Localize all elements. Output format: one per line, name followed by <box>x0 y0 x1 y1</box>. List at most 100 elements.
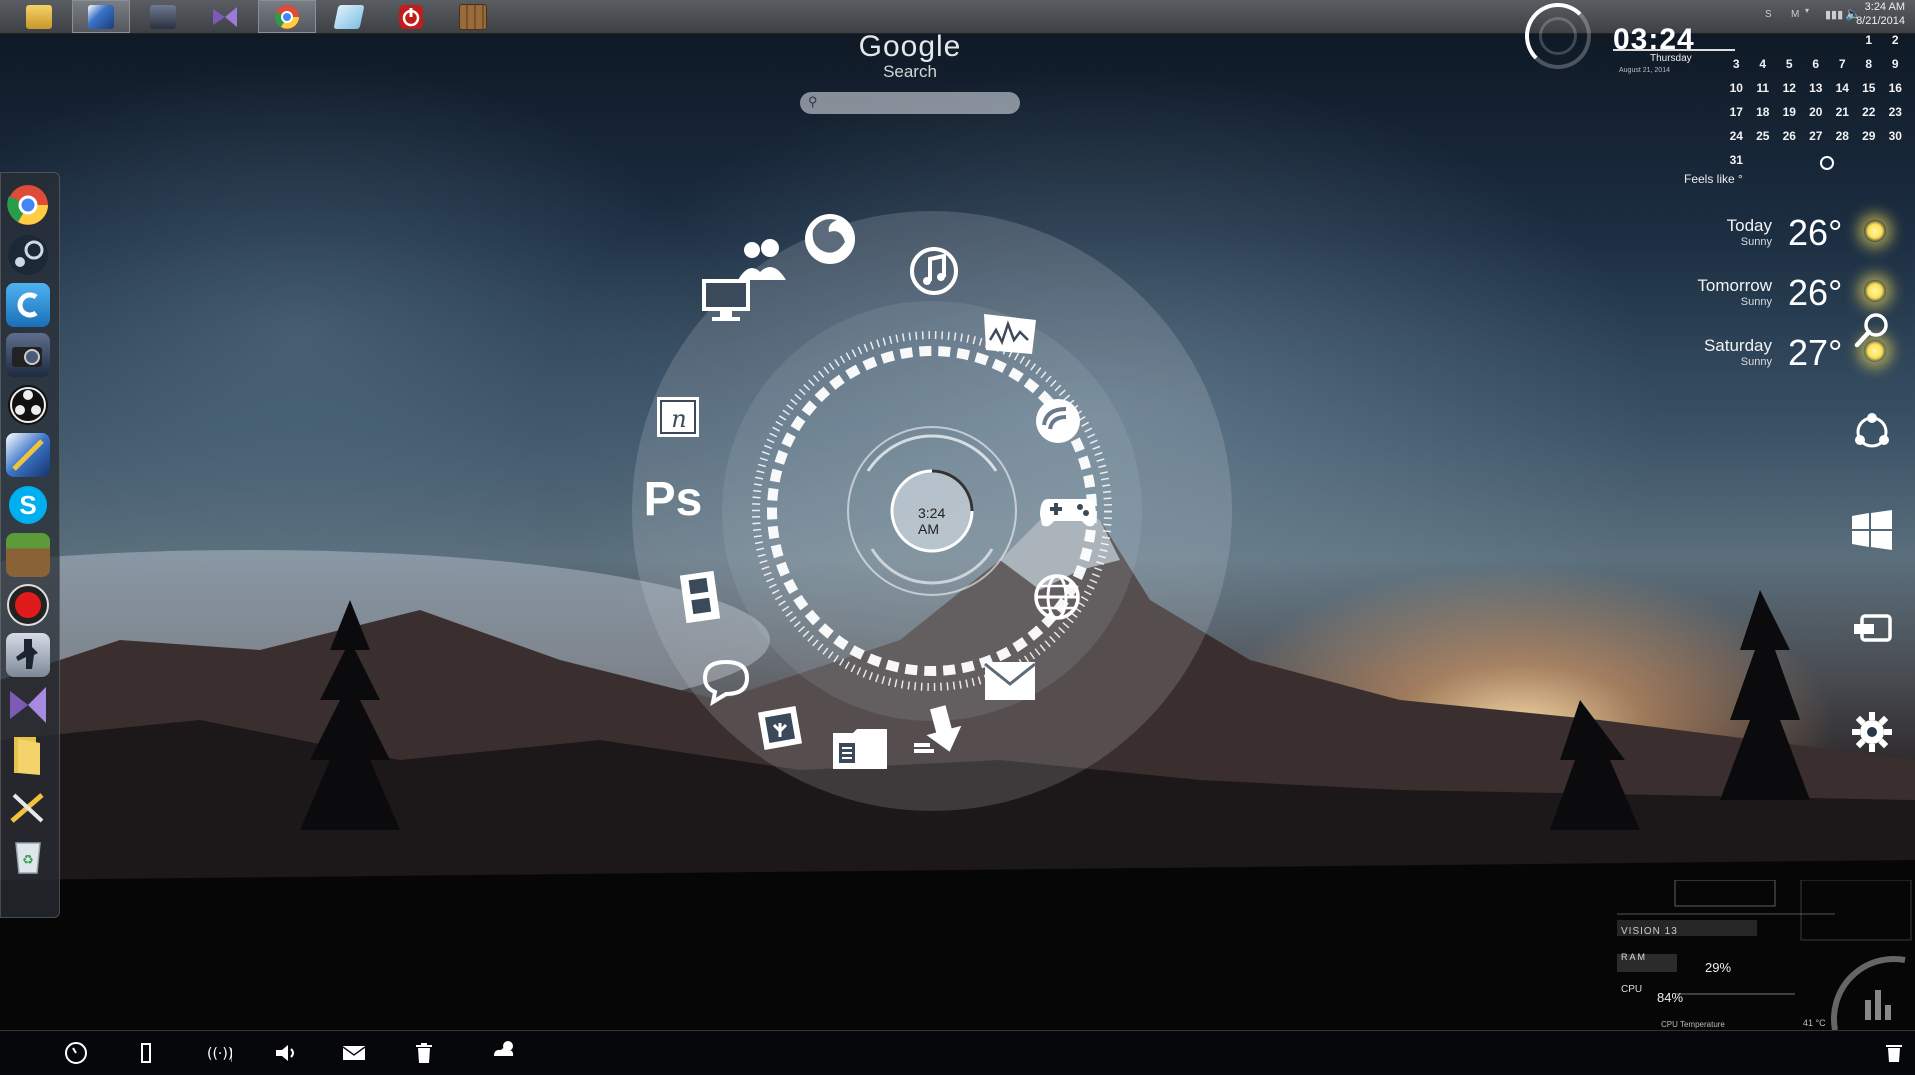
taskbar-chrome[interactable] <box>258 0 316 33</box>
calendar-day[interactable]: 1 <box>1856 33 1883 47</box>
charm-search[interactable] <box>1850 308 1894 352</box>
launcher-film[interactable] <box>670 567 730 627</box>
calendar-day[interactable]: 30 <box>1882 129 1909 143</box>
dock-item-obs[interactable] <box>6 383 50 427</box>
calendar-day[interactable]: 13 <box>1803 81 1830 95</box>
charm-share[interactable] <box>1850 410 1894 454</box>
charm-start[interactable] <box>1850 508 1894 552</box>
taskbar-minecraft-chest[interactable] <box>444 0 502 33</box>
launcher-gamepad[interactable] <box>1038 481 1098 541</box>
taskbar-file-explorer[interactable] <box>10 0 68 33</box>
power-icon <box>399 4 423 29</box>
taskbar-sketch-app[interactable] <box>72 0 130 33</box>
launcher-music[interactable] <box>904 241 964 301</box>
launcher-photo[interactable] <box>750 698 810 758</box>
taskbar-shutdown-app[interactable] <box>382 0 440 33</box>
clock-icon <box>65 1042 87 1064</box>
search-input[interactable]: ⚲ <box>800 92 1020 114</box>
dock-item-video-camera[interactable] <box>6 333 50 377</box>
calendar-day[interactable]: 7 <box>1829 57 1856 71</box>
taskbar-camera-app[interactable] <box>134 0 192 33</box>
calendar-day[interactable]: 18 <box>1750 105 1777 119</box>
folder-icon <box>26 4 52 29</box>
cpu-temp-label: CPU Temperature <box>1661 1020 1725 1029</box>
calendar-day[interactable]: 12 <box>1776 81 1803 95</box>
calendar-day[interactable]: 27 <box>1803 129 1830 143</box>
bottom-wifi[interactable]: ((·)) <box>204 1039 232 1067</box>
calendar-widget: 1 2 3 4 5 6 7 8 9 10 11 12 13 14 15 16 17 18 19 20 21 22 23 24 2… <box>1723 28 1913 172</box>
dock-item-minecraft[interactable] <box>6 533 50 577</box>
notebook-icon: n <box>657 397 699 437</box>
calendar-day[interactable]: 14 <box>1829 81 1856 95</box>
calendar-day[interactable]: 24 <box>1723 129 1750 143</box>
launcher-photoshop[interactable]: Ps <box>638 469 708 529</box>
tools-icon <box>10 793 44 823</box>
taskbar-visual-studio[interactable] <box>196 0 254 33</box>
calendar-day[interactable]: 23 <box>1882 105 1909 119</box>
calendar-day[interactable]: 22 <box>1856 105 1883 119</box>
tray-expand-icon[interactable]: ▾ <box>1805 6 1809 15</box>
calendar-day[interactable]: 28 <box>1829 129 1856 143</box>
calendar-day[interactable]: 9 <box>1882 57 1909 71</box>
tray-clock[interactable]: 3:24 AM 8/21/2014 <box>1856 0 1905 28</box>
taskbar-notes-app[interactable] <box>320 0 378 33</box>
calendar-day[interactable]: 5 <box>1776 57 1803 71</box>
language-indicator[interactable]: S <box>1765 9 1772 20</box>
signal-icon[interactable]: ▮▮▮ <box>1825 8 1843 21</box>
dock-item-skype[interactable]: S <box>6 483 50 527</box>
dock-item-record[interactable] <box>6 583 50 627</box>
calendar-day[interactable]: 26 <box>1776 129 1803 143</box>
forecast-row: Today Sunny 26° <box>1620 210 1900 266</box>
bottom-weather[interactable] <box>490 1035 518 1063</box>
launcher-notes[interactable]: n <box>648 386 708 446</box>
dock-item-folder[interactable] <box>6 733 50 777</box>
dock-item-chrome[interactable] <box>6 183 50 227</box>
bottom-clock[interactable] <box>62 1039 90 1067</box>
dock-item-visual-studio[interactable] <box>6 683 50 727</box>
bottom-trash[interactable] <box>410 1039 438 1067</box>
launcher-chat[interactable] <box>696 651 756 711</box>
calendar-day[interactable]: 15 <box>1856 81 1883 95</box>
circular-launcher: 3:24 AM n Ps <box>632 211 1232 811</box>
calendar-day[interactable]: 21 <box>1829 105 1856 119</box>
launcher-download[interactable] <box>910 701 970 761</box>
dock-item-steam[interactable] <box>6 233 50 277</box>
dock-item-sketch[interactable] <box>6 433 50 477</box>
calendar-day[interactable]: 17 <box>1723 105 1750 119</box>
launcher-torrent[interactable] <box>1028 391 1088 451</box>
calendar-day[interactable]: 31 <box>1723 153 1750 167</box>
bottom-volume[interactable] <box>272 1039 300 1067</box>
calendar-day[interactable]: 8 <box>1856 57 1883 71</box>
calendar-day[interactable]: 16 <box>1882 81 1909 95</box>
bottom-mail[interactable] <box>340 1039 368 1067</box>
bottom-bin-right[interactable] <box>1880 1039 1908 1067</box>
dock-item-tools[interactable] <box>6 785 50 829</box>
calendar-day[interactable]: 20 <box>1803 105 1830 119</box>
calendar-day[interactable]: 25 <box>1750 129 1777 143</box>
dock-item-ccleaner[interactable] <box>6 283 50 327</box>
folder-icon <box>14 737 40 775</box>
launcher-mail[interactable] <box>980 651 1040 711</box>
bottom-battery[interactable] <box>132 1039 160 1067</box>
monitor-icon <box>702 279 750 321</box>
dock-item-counter-strike[interactable] <box>6 633 50 677</box>
launcher-folder[interactable] <box>830 719 890 779</box>
calendar-day[interactable]: 6 <box>1803 57 1830 71</box>
launcher-monitor[interactable] <box>696 270 756 330</box>
dock-item-recycle-bin[interactable]: ♻ <box>6 833 50 877</box>
charm-devices[interactable] <box>1850 608 1894 652</box>
pencil-icon <box>12 439 44 471</box>
calendar-day[interactable]: 3 <box>1723 57 1750 71</box>
calendar-day[interactable]: 10 <box>1723 81 1750 95</box>
calendar-day[interactable]: 2 <box>1882 33 1909 47</box>
svg-text:S: S <box>19 490 36 520</box>
calendar-day[interactable]: 19 <box>1776 105 1803 119</box>
launcher-waveform[interactable] <box>980 303 1040 363</box>
launcher-globe[interactable] <box>1027 567 1087 627</box>
calendar-day[interactable]: 29 <box>1856 129 1883 143</box>
calendar-day[interactable]: 11 <box>1750 81 1777 95</box>
charm-settings[interactable] <box>1850 710 1894 754</box>
launcher-firefox[interactable] <box>800 209 860 269</box>
calendar-day[interactable]: 4 <box>1750 57 1777 71</box>
input-method-indicator[interactable]: M <box>1791 9 1799 20</box>
